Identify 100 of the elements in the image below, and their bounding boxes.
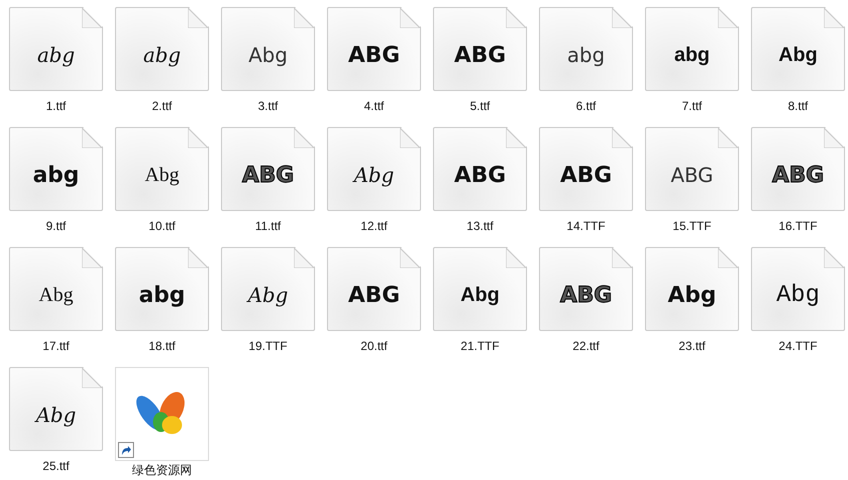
font-preview: ABG	[454, 42, 506, 68]
folded-corner-icon	[82, 368, 102, 388]
font-preview: Abg	[778, 44, 818, 66]
font-file-icon[interactable]: Abg	[433, 247, 527, 331]
folded-corner-icon	[294, 128, 314, 148]
folded-corner-icon	[824, 248, 844, 268]
folded-corner-icon	[188, 128, 208, 148]
folded-corner-icon	[82, 8, 102, 28]
font-file-icon[interactable]: Abg	[115, 127, 209, 211]
folded-corner-icon	[400, 8, 420, 28]
font-file-icon[interactable]: abg	[539, 7, 633, 91]
file-name[interactable]: 7.ttf	[682, 99, 702, 114]
font-preview: Abg	[36, 403, 76, 427]
font-file-icon[interactable]: ABG	[751, 127, 845, 211]
folded-corner-icon	[506, 8, 526, 28]
font-preview: ABG	[772, 162, 824, 188]
font-preview: Abg	[38, 284, 74, 306]
font-preview: Abg	[248, 43, 288, 67]
folded-corner-icon	[294, 248, 314, 268]
font-file-icon[interactable]: Abg	[221, 247, 315, 331]
file-name[interactable]: 13.ttf	[466, 219, 494, 234]
folded-corner-icon	[506, 128, 526, 148]
font-file-icon[interactable]: ABG	[539, 127, 633, 211]
file-name[interactable]: 15.TTF	[672, 219, 712, 234]
folded-corner-icon	[718, 248, 738, 268]
font-preview: abg	[32, 162, 80, 188]
file-name[interactable]: 14.TTF	[566, 219, 606, 234]
file-name[interactable]: 12.ttf	[360, 219, 388, 234]
font-file-icon[interactable]: abg	[9, 127, 103, 211]
folded-corner-icon	[824, 128, 844, 148]
folded-corner-icon	[294, 8, 314, 28]
file-name[interactable]: 2.ttf	[152, 99, 172, 114]
file-name[interactable]: 17.ttf	[42, 339, 70, 354]
file-name[interactable]: 8.ttf	[788, 99, 808, 114]
font-preview: Abg	[668, 282, 716, 308]
font-preview: Abg	[354, 163, 394, 187]
file-name[interactable]: 11.ttf	[255, 219, 281, 234]
font-file-icon[interactable]: Abg	[751, 247, 845, 331]
file-name[interactable]: 绿色资源网	[132, 463, 192, 478]
folded-corner-icon	[400, 128, 420, 148]
font-preview: ABG	[242, 162, 294, 188]
font-file-icon[interactable]: abg	[115, 7, 209, 91]
font-preview: ABG	[560, 282, 612, 308]
folded-corner-icon	[82, 248, 102, 268]
file-name[interactable]: 3.ttf	[258, 99, 278, 114]
folded-corner-icon	[400, 248, 420, 268]
font-file-icon[interactable]: Abg	[9, 247, 103, 331]
font-preview: abg	[37, 43, 75, 67]
font-preview: Abg	[144, 164, 180, 186]
font-file-icon[interactable]: abg	[115, 247, 209, 331]
font-file-icon[interactable]: Abg	[9, 367, 103, 451]
font-file-icon[interactable]: Abg	[221, 7, 315, 91]
file-name[interactable]: 9.ttf	[46, 219, 66, 234]
file-name[interactable]: 4.ttf	[364, 99, 384, 114]
font-file-icon[interactable]: Abg	[327, 127, 421, 211]
font-file-icon[interactable]: ABG	[221, 127, 315, 211]
file-name[interactable]: 18.ttf	[148, 339, 176, 354]
file-name[interactable]: 20.ttf	[360, 339, 388, 354]
folded-corner-icon	[506, 248, 526, 268]
folded-corner-icon	[718, 128, 738, 148]
file-name[interactable]: 10.ttf	[148, 219, 176, 234]
font-file-icon[interactable]: Abg	[751, 7, 845, 91]
folded-corner-icon	[612, 248, 632, 268]
font-preview: Abg	[248, 283, 288, 307]
file-name[interactable]: 6.ttf	[576, 99, 596, 114]
font-preview: abg	[138, 282, 186, 308]
font-file-icon[interactable]: ABG	[433, 127, 527, 211]
file-name[interactable]: 22.ttf	[572, 339, 600, 354]
font-file-icon[interactable]: ABG	[327, 247, 421, 331]
file-name[interactable]: 25.ttf	[42, 459, 70, 474]
folded-corner-icon	[612, 128, 632, 148]
font-preview: Abg	[460, 284, 500, 306]
file-name[interactable]: 24.TTF	[778, 339, 818, 354]
file-name[interactable]: 21.TTF	[460, 339, 500, 354]
font-preview: ABG	[348, 282, 400, 308]
file-name[interactable]: 23.ttf	[678, 339, 706, 354]
file-name[interactable]: 19.TTF	[248, 339, 288, 354]
font-preview: Abg	[776, 282, 820, 308]
shortcut-icon[interactable]	[115, 367, 209, 461]
font-file-icon[interactable]: abg	[9, 7, 103, 91]
folded-corner-icon	[718, 8, 738, 28]
font-file-icon[interactable]: ABG	[433, 7, 527, 91]
font-preview: abg	[567, 43, 605, 67]
file-name[interactable]: 16.TTF	[778, 219, 818, 234]
font-file-icon[interactable]: ABG	[327, 7, 421, 91]
folded-corner-icon	[188, 248, 208, 268]
font-file-icon[interactable]: ABG	[539, 247, 633, 331]
folded-corner-icon	[824, 8, 844, 28]
folded-corner-icon	[188, 8, 208, 28]
file-name[interactable]: 5.ttf	[470, 99, 490, 114]
font-preview: ABG	[454, 162, 506, 188]
file-name[interactable]: 1.ttf	[46, 99, 66, 114]
font-preview: abg	[143, 43, 181, 67]
font-file-icon[interactable]: Abg	[645, 247, 739, 331]
font-preview: ABG	[348, 42, 400, 68]
folded-corner-icon	[612, 8, 632, 28]
font-file-icon[interactable]: abg	[645, 7, 739, 91]
font-preview: ABG	[670, 163, 714, 187]
font-preview: ABG	[560, 162, 612, 188]
font-file-icon[interactable]: ABG	[645, 127, 739, 211]
